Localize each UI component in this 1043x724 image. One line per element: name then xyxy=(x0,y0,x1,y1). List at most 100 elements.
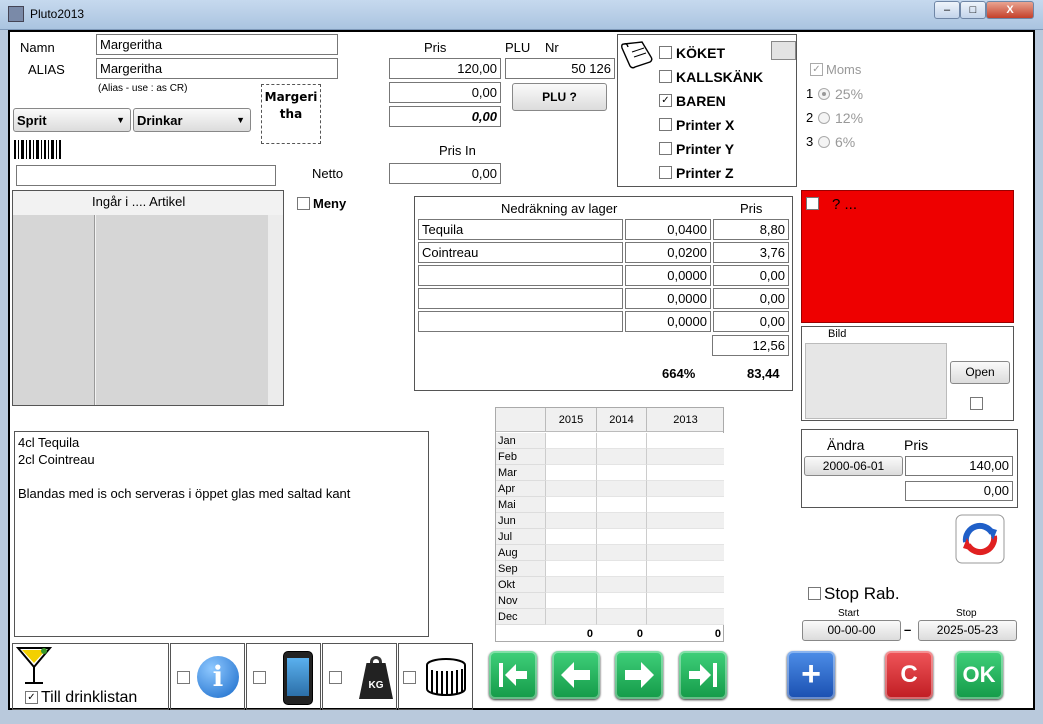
weight-checkbox[interactable] xyxy=(329,671,342,684)
sales-cell[interactable] xyxy=(545,545,596,561)
sales-cell[interactable] xyxy=(596,497,646,513)
sales-cell[interactable] xyxy=(545,465,596,481)
refresh-icon[interactable] xyxy=(955,514,1005,564)
sales-cell[interactable] xyxy=(596,433,646,449)
lager-qty-3[interactable]: 0,0000 xyxy=(625,288,711,309)
sales-cell[interactable] xyxy=(646,449,724,465)
sales-cell[interactable] xyxy=(646,609,724,625)
sales-cell[interactable] xyxy=(596,481,646,497)
namn-input[interactable]: Margeritha xyxy=(96,34,338,55)
moms-checkbox[interactable]: ✓ xyxy=(810,63,823,76)
sales-cell[interactable] xyxy=(646,545,724,561)
article-button-preview[interactable]: Margeri tha xyxy=(261,84,321,144)
alias-input[interactable]: Margeritha xyxy=(96,58,338,79)
sales-cell[interactable] xyxy=(596,561,646,577)
sales-cell[interactable] xyxy=(596,545,646,561)
sales-cell[interactable] xyxy=(596,593,646,609)
sales-cell[interactable] xyxy=(596,513,646,529)
previous-record-button[interactable] xyxy=(552,651,600,699)
sales-cell[interactable] xyxy=(596,465,646,481)
sales-cell[interactable] xyxy=(545,577,596,593)
lager-name-0[interactable]: Tequila xyxy=(418,219,623,240)
first-record-button[interactable] xyxy=(489,651,537,699)
smartphone-icon[interactable] xyxy=(283,651,313,705)
lager-name-4[interactable] xyxy=(418,311,623,332)
sales-cell[interactable] xyxy=(646,529,724,545)
barcode-input[interactable] xyxy=(16,165,276,186)
sales-cell[interactable] xyxy=(545,561,596,577)
minimize-button[interactable]: – xyxy=(934,1,960,19)
phone-checkbox[interactable] xyxy=(253,671,266,684)
sales-cell[interactable] xyxy=(646,433,724,449)
sales-cell[interactable] xyxy=(596,529,646,545)
pris-input[interactable]: 120,00 xyxy=(389,58,501,79)
sales-cell[interactable] xyxy=(646,497,724,513)
lager-qty-0[interactable]: 0,0400 xyxy=(625,219,711,240)
description-textarea[interactable]: 4cl Tequila 2cl Cointreau Blandas med is o… xyxy=(14,431,429,637)
ingar-list-right[interactable] xyxy=(96,215,268,405)
lager-qty-2[interactable]: 0,0000 xyxy=(625,265,711,286)
moms-radio-0[interactable] xyxy=(818,88,830,100)
maximize-button[interactable]: □ xyxy=(960,1,986,19)
sales-cell[interactable] xyxy=(545,609,596,625)
close-button[interactable]: X xyxy=(986,1,1034,19)
moms-radio-1[interactable] xyxy=(818,112,830,124)
info-icon[interactable]: i xyxy=(197,656,239,698)
category2-dropdown[interactable]: Drinkar ▼ xyxy=(133,108,251,132)
red-panel-checkbox[interactable] xyxy=(806,197,819,210)
printer-checkbox-3[interactable] xyxy=(659,118,672,131)
sales-cell[interactable] xyxy=(545,593,596,609)
netto-input[interactable]: 0,00 xyxy=(389,163,501,184)
sales-cell[interactable] xyxy=(646,593,724,609)
sales-cell[interactable] xyxy=(545,481,596,497)
sales-cell[interactable] xyxy=(646,561,724,577)
sales-cell[interactable] xyxy=(545,497,596,513)
category1-dropdown[interactable]: Sprit ▼ xyxy=(13,108,131,132)
plu-input[interactable]: 50 126 xyxy=(505,58,615,79)
lager-qty-4[interactable]: 0,0000 xyxy=(625,311,711,332)
sales-cell[interactable] xyxy=(596,609,646,625)
start-date-button[interactable]: 00-00-00 xyxy=(802,620,901,641)
drinklist-checkbox[interactable]: ✓ xyxy=(25,691,38,704)
sales-cell[interactable] xyxy=(646,465,724,481)
stop-rab-checkbox[interactable] xyxy=(808,587,821,600)
sales-cell[interactable] xyxy=(545,529,596,545)
sales-cell[interactable] xyxy=(646,577,724,593)
open-image-button[interactable]: Open xyxy=(950,361,1010,384)
color-swatch[interactable] xyxy=(771,41,796,60)
sales-cell[interactable] xyxy=(646,513,724,529)
cancel-button[interactable]: C xyxy=(885,651,933,699)
sales-cell[interactable] xyxy=(596,577,646,593)
andra-price2-input[interactable]: 0,00 xyxy=(905,481,1013,501)
lager-name-1[interactable]: Cointreau xyxy=(418,242,623,263)
info-checkbox[interactable] xyxy=(177,671,190,684)
coin-stack-icon[interactable] xyxy=(424,656,468,700)
printer-checkbox-4[interactable] xyxy=(659,142,672,155)
andra-date-button[interactable]: 2000-06-01 xyxy=(804,456,903,476)
add-button[interactable]: + xyxy=(787,651,835,699)
printer-checkbox-0[interactable] xyxy=(659,46,672,59)
printer-checkbox-2[interactable]: ✓ xyxy=(659,94,672,107)
moms-radio-2[interactable] xyxy=(818,136,830,148)
stop-date-button[interactable]: 2025-05-23 xyxy=(918,620,1017,641)
last-record-button[interactable] xyxy=(679,651,727,699)
lager-name-3[interactable] xyxy=(418,288,623,309)
sales-cell[interactable] xyxy=(545,449,596,465)
plu-lookup-button[interactable]: PLU ? xyxy=(512,83,607,111)
lager-qty-1[interactable]: 0,0200 xyxy=(625,242,711,263)
printer-checkbox-5[interactable] xyxy=(659,166,672,179)
ingar-scrollbar[interactable] xyxy=(268,215,283,405)
sales-cell[interactable] xyxy=(646,481,724,497)
andra-price-input[interactable]: 140,00 xyxy=(905,456,1013,476)
printer-checkbox-1[interactable] xyxy=(659,70,672,83)
next-record-button[interactable] xyxy=(615,651,663,699)
ok-button[interactable]: OK xyxy=(955,651,1003,699)
sales-cell[interactable] xyxy=(596,449,646,465)
bild-checkbox[interactable] xyxy=(970,397,983,410)
coins-checkbox[interactable] xyxy=(403,671,416,684)
lager-name-2[interactable] xyxy=(418,265,623,286)
pris3-input[interactable]: 0,00 xyxy=(389,106,501,127)
sales-cell[interactable] xyxy=(545,433,596,449)
sales-cell[interactable] xyxy=(545,513,596,529)
ingar-list-left[interactable] xyxy=(13,215,95,405)
